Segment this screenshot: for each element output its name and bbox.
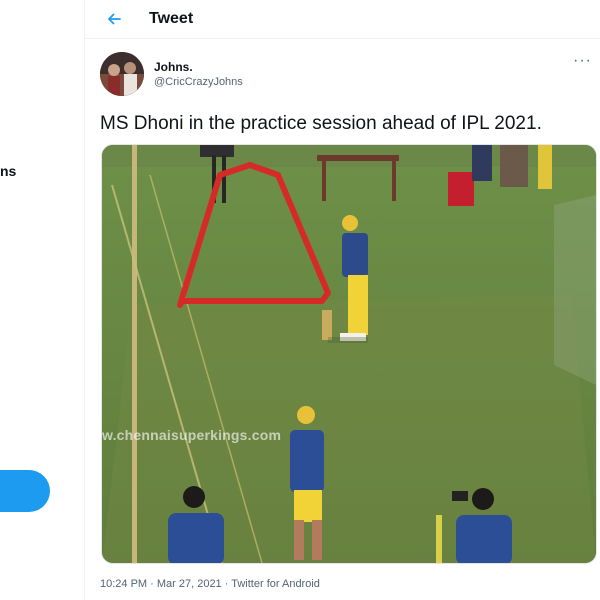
sidebar-fragment-text[interactable]: ns xyxy=(0,163,16,179)
author-name[interactable]: Johns. xyxy=(154,60,243,74)
left-sidebar: ns xyxy=(0,0,85,600)
more-horizontal-icon: ··· xyxy=(573,52,592,69)
tweet-media[interactable]: w.chennaisuperkings.com xyxy=(101,144,597,564)
tweet-text: MS Dhoni in the practice session ahead o… xyxy=(100,113,542,134)
practice-session-photo xyxy=(102,145,596,563)
main-column: Tweet Johns. @CricCrazyJohns ··· MS Dhon… xyxy=(85,0,600,600)
tweet-button[interactable] xyxy=(0,470,50,512)
tweet-timestamp[interactable]: 10:24 PM · Mar 27, 2021 · Twitter for An… xyxy=(100,578,320,590)
avatar[interactable] xyxy=(100,52,144,96)
media-watermark: w.chennaisuperkings.com xyxy=(102,427,282,443)
page-header: Tweet xyxy=(85,0,600,39)
page-title: Tweet xyxy=(149,10,194,27)
arrow-left-icon xyxy=(108,13,121,25)
back-button[interactable] xyxy=(103,8,125,30)
tweet-author[interactable]: Johns. @CricCrazyJohns xyxy=(100,52,243,96)
author-handle[interactable]: @CricCrazyJohns xyxy=(154,76,243,88)
more-options-button[interactable]: ··· xyxy=(573,52,592,70)
